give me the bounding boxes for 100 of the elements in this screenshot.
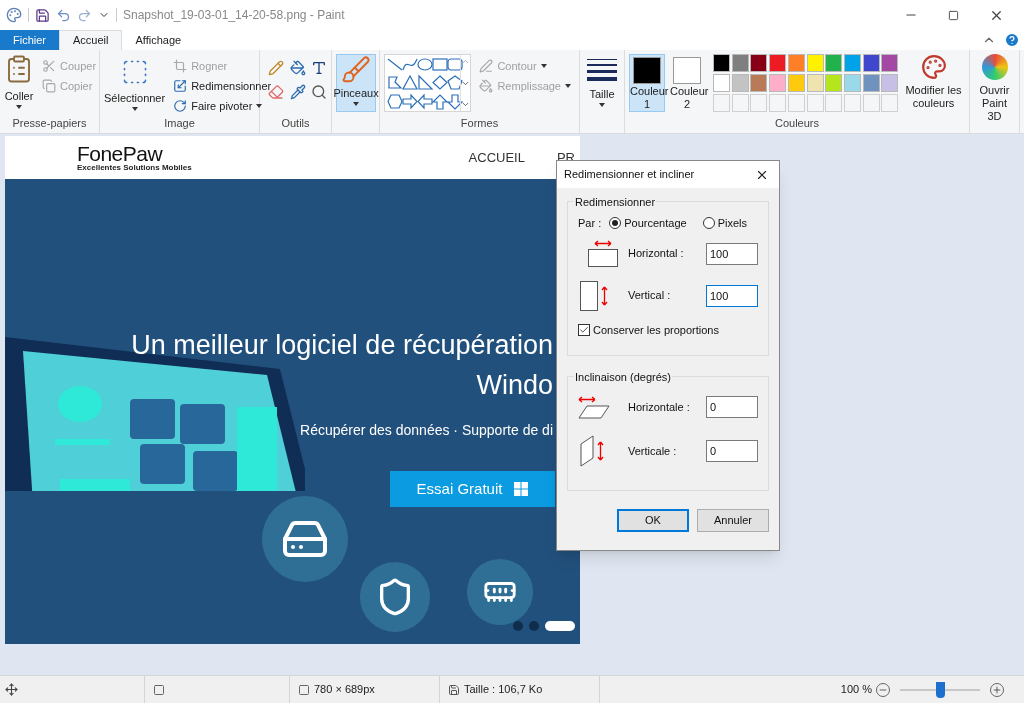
windows-logo-icon [514,482,529,496]
ribbon-tab[interactable]: Affichage [122,30,195,50]
group-label: Formes [459,116,500,131]
field-label: Horizontal : [628,246,685,262]
color-picker-icon[interactable] [289,84,306,100]
shape-icon[interactable] [430,92,449,110]
shape-icon[interactable] [445,56,464,73]
dialog-title: Redimensionner et incliner [564,167,695,183]
fill-bucket-icon[interactable] [289,60,306,76]
ribbon-tab[interactable]: Fichier [0,30,59,50]
palette-swatch[interactable] [750,74,768,92]
paint-app-icon [6,7,22,23]
help-icon[interactable] [1004,32,1020,48]
shape-icon[interactable] [415,92,434,110]
palette-swatch[interactable] [769,74,787,92]
number-field[interactable]: 100 [706,242,758,265]
edit-colors-button[interactable]: Modifier les couleurs [902,54,965,110]
expand-icon[interactable] [461,100,471,109]
horizontal-arrow-icon [594,240,612,247]
palette-swatch[interactable] [806,54,824,72]
caret-icon [599,102,605,107]
line-width-icon [587,58,617,82]
palette-swatch[interactable] [731,74,749,92]
field-label: Horizontale : [628,399,691,415]
palette-swatch[interactable] [769,54,787,72]
palette-swatch[interactable] [787,74,805,92]
shape-icon[interactable] [430,74,449,92]
check-icon [579,324,589,335]
field-label: Verticale : [628,443,678,459]
rainbow-palette-icon [920,54,947,80]
number-field[interactable]: 0 [706,396,758,418]
portrait-page-icon [580,280,598,311]
size-button[interactable]: Taille [584,54,620,107]
palette-swatch[interactable] [787,54,805,72]
field-label: Vertical : [628,288,672,304]
palette-swatch[interactable] [713,74,730,92]
number-field[interactable]: 0 [706,440,758,462]
landscape-page-icon [588,249,618,267]
select-button[interactable]: Sélectionner [104,54,166,111]
zoom-slider[interactable] [900,681,980,698]
skewed-page-icon [578,404,610,419]
pencil-icon[interactable] [268,60,284,76]
palette-swatch[interactable] [881,54,899,72]
magnifier-icon[interactable] [311,84,328,100]
hero-subtitle: Récupérer des données · Supporte de di [300,421,553,440]
ribbon-tab[interactable]: Accueil [59,30,123,50]
shape-icon[interactable] [386,74,404,92]
palette-swatch[interactable] [806,74,824,92]
action-icon [173,79,188,93]
vertical-arrow-icon [597,441,604,461]
unit-radio[interactable]: Pixels [702,215,747,232]
empty-swatch[interactable] [713,94,730,112]
nav-link[interactable]: ACCUEIL [468,147,525,168]
shape-icon[interactable] [400,56,419,73]
palette-swatch[interactable] [843,74,861,92]
shape-icon[interactable] [415,74,434,92]
palette-swatch[interactable] [731,54,749,72]
group-label: Couleurs [774,116,820,131]
paste-button[interactable]: Coller [4,54,34,109]
dialog-button[interactable]: OK [617,509,689,532]
text-tool-icon[interactable] [311,60,328,76]
brush-icon [341,55,371,85]
shape-icon[interactable] [445,92,464,110]
logo-text: FonePaw [77,143,164,164]
window-title: Snapshot_19-03-01_14-20-58.png - Paint [123,7,345,24]
shape-icon[interactable] [430,56,449,73]
keep-ratio-checkbox[interactable]: Conserver les proportions [578,321,758,338]
shape-icon[interactable] [445,74,464,92]
palette-swatch[interactable] [862,54,880,72]
palette-swatch[interactable] [750,54,768,72]
unit-radio[interactable]: Pourcentage [609,215,687,232]
shape-icon[interactable] [400,92,419,110]
action-icon [173,99,188,113]
shape-icon[interactable] [386,92,404,110]
ribbon-action[interactable]: Faire pivoter [169,96,276,116]
palette-swatch[interactable] [843,54,861,72]
cursor-position-icon [5,683,18,696]
number-field[interactable]: 100 [706,284,758,307]
shape-icon[interactable] [415,56,434,73]
palette-swatch[interactable] [825,54,843,72]
palette-swatch[interactable] [881,74,899,92]
palette-swatch[interactable] [862,74,880,92]
action-icon [479,59,494,73]
shape-icon[interactable] [400,74,419,92]
zoom-thumb[interactable] [936,681,945,698]
dialog-button[interactable]: Annuler [697,509,769,532]
redo-icon[interactable] [77,7,92,23]
palette-swatch[interactable] [713,54,730,72]
paint-3d-button[interactable]: Ouvrir Paint 3D [974,54,1015,123]
vertical-arrow-icon [601,285,608,306]
paint-3d-icon [981,54,1008,80]
palette-swatch[interactable] [825,74,843,92]
file-size-icon [448,683,460,696]
ribbon-action[interactable]: Redimensionner [169,76,276,96]
shape-icon[interactable] [386,56,404,73]
undo-icon[interactable] [56,7,71,23]
maximize-icon[interactable] [948,9,959,21]
scroll-up-icon[interactable] [461,57,471,66]
caret-icon [540,64,547,68]
save-icon[interactable] [35,7,50,23]
